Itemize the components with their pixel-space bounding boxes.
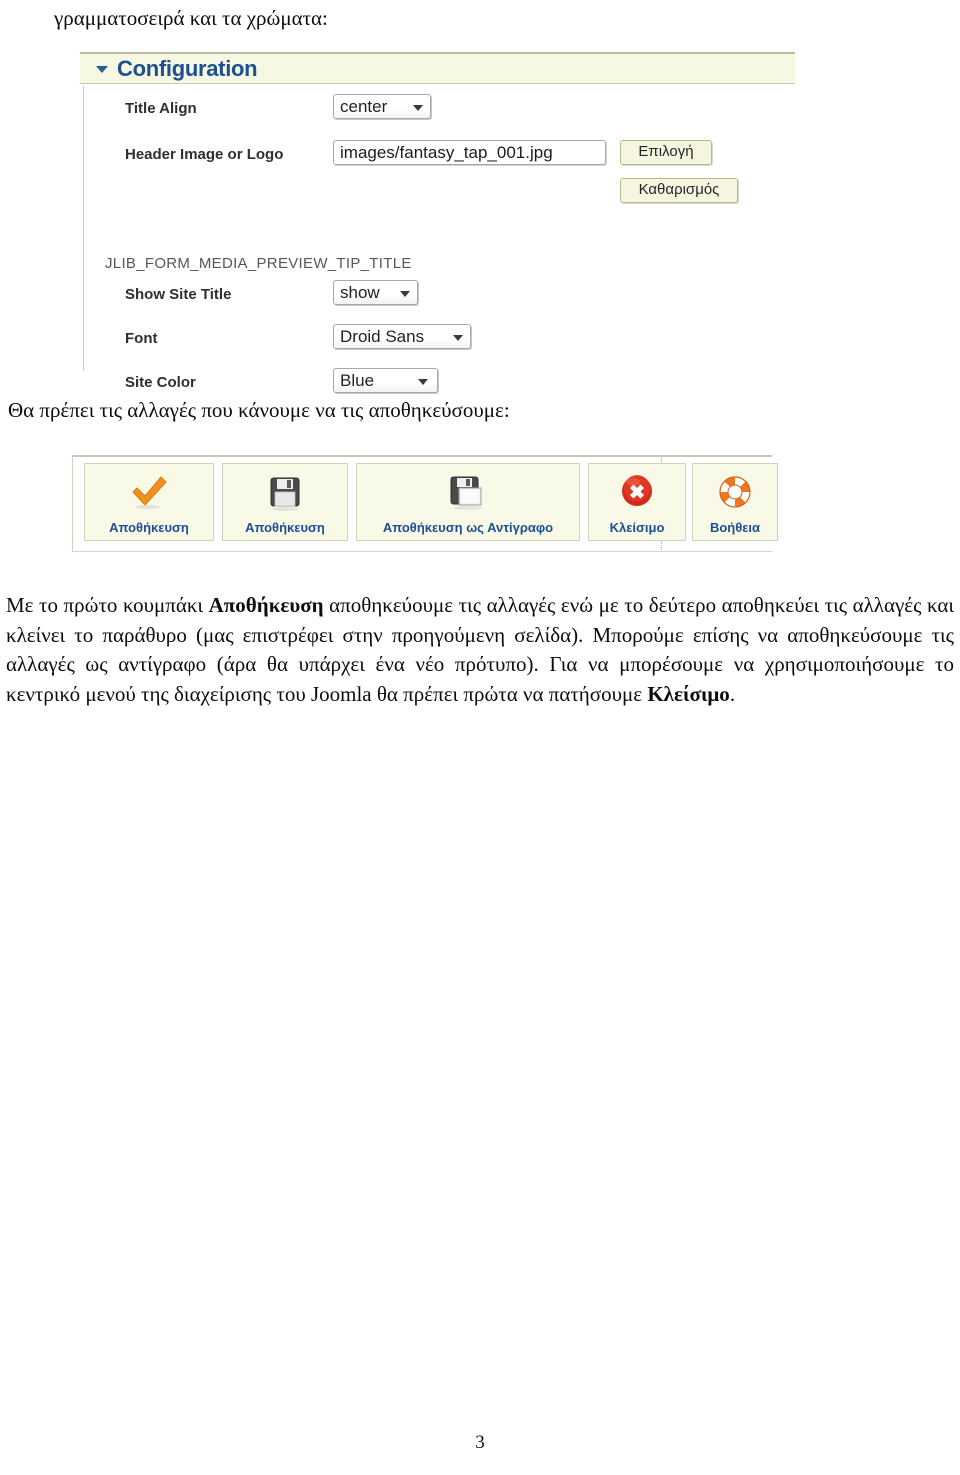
select-file-button-label: Επιλογή [638, 143, 694, 160]
clear-file-button-label: Καθαρισμός [638, 181, 720, 198]
input-header-image-or-logo[interactable]: images/fantasy_tap_001.jpg [333, 140, 606, 165]
configuration-panel-screenshot: Configuration Title Align center Header … [80, 52, 796, 393]
lifering-help-icon [693, 470, 777, 514]
toolbar-button-close[interactable]: Κλείσιμο [588, 463, 686, 541]
select-title-align[interactable]: center [333, 94, 431, 119]
body-paragraph: Με το πρώτο κουμπάκι Αποθήκευση αποθηκεύ… [6, 591, 954, 709]
toolbar-top-divider [72, 455, 772, 457]
configuration-panel-title: Configuration [117, 56, 258, 81]
toolbar-button-save-as-copy-label: Αποθήκευση ως Αντίγραφο [382, 520, 554, 535]
field-row-title-align: Title Align center [80, 94, 795, 130]
toolbar-button-save[interactable]: Αποθήκευση [84, 463, 214, 541]
chevron-down-icon [400, 291, 410, 297]
toolbar-button-save-label: Αποθήκευση [109, 520, 189, 535]
toolbar-button-save-as-copy[interactable]: Αποθήκευση ως Αντίγραφο [356, 463, 580, 541]
select-show-site-title[interactable]: show [333, 280, 418, 305]
configuration-panel-body: Title Align center Header Image or Logo … [80, 84, 795, 393]
paragraph-part-3: . [729, 681, 736, 706]
label-font: Font [125, 330, 158, 347]
toolbar-button-close-label: Κλείσιμο [609, 520, 665, 535]
paragraph-bold-save: Αποθήκευση [208, 593, 324, 617]
field-row-header-image: Header Image or Logo images/fantasy_tap_… [80, 140, 795, 230]
paragraph-part-1: Με το πρώτο κουμπάκι [6, 593, 209, 617]
chevron-down-icon [453, 335, 463, 341]
orange-checkmark-icon [85, 470, 213, 514]
label-title-align: Title Align [125, 100, 197, 117]
toolbar-bottom-divider [72, 551, 772, 552]
select-file-button[interactable]: Επιλογή [620, 140, 712, 165]
intro-text-line: γραμματοσειρά και τα χρώματα: [54, 6, 328, 30]
chevron-down-icon [413, 105, 423, 111]
label-show-site-title: Show Site Title [125, 286, 232, 303]
select-site-color-value: Blue [340, 371, 375, 390]
chevron-down-icon [418, 379, 428, 385]
floppy-disk-icon [223, 470, 347, 514]
clear-file-button[interactable]: Καθαρισμός [620, 178, 738, 203]
chevron-down-icon[interactable] [96, 66, 108, 73]
toolbar-button-help[interactable]: Βοήθεια [692, 463, 778, 541]
input-header-image-value: images/fantasy_tap_001.jpg [340, 143, 553, 162]
paragraph-bold-close: Κλείσιμο [647, 681, 730, 706]
toolbar-button-help-label: Βοήθεια [709, 520, 761, 535]
joomla-toolbar-screenshot: Αποθήκευση Αποθήκευση Αποθήκευση ως Αντί… [72, 455, 778, 560]
middle-instruction-line: Θα πρέπει τις αλλαγές που κάνουμε να τις… [8, 398, 510, 422]
select-title-align-value: center [340, 97, 388, 116]
field-row-font: Font Droid Sans [80, 324, 795, 360]
toolbar-button-save-close-label: Αποθήκευση [245, 520, 325, 535]
select-font-value: Droid Sans [340, 327, 425, 346]
select-show-site-title-value: show [340, 283, 380, 302]
red-x-circle-icon [589, 470, 685, 514]
configuration-panel-header[interactable]: Configuration [80, 52, 795, 84]
toolbar-button-save-close[interactable]: Αποθήκευση [222, 463, 348, 541]
label-header-image-or-logo: Header Image or Logo [125, 146, 284, 163]
floppy-disk-copy-icon [357, 470, 579, 514]
page-number: 3 [475, 1432, 485, 1453]
toolbar-left-divider [72, 455, 73, 551]
preview-tip-title-key: JLIB_FORM_MEDIA_PREVIEW_TIP_TITLE [105, 255, 412, 272]
label-site-color: Site Color [125, 374, 196, 391]
field-row-show-site-title: Show Site Title show [80, 280, 795, 316]
select-site-color[interactable]: Blue [333, 368, 438, 393]
select-font[interactable]: Droid Sans [333, 324, 471, 349]
